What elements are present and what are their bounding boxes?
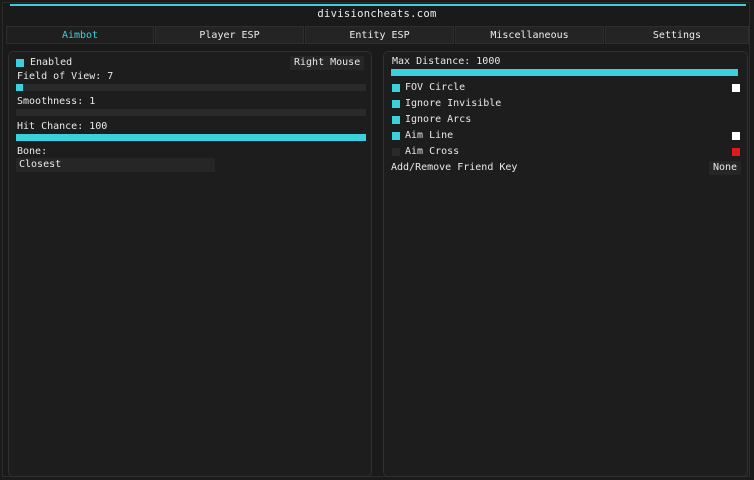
ignore-arcs-checkbox[interactable] bbox=[392, 116, 400, 124]
fov-slider-fill bbox=[16, 84, 23, 91]
ignore-arcs-label: Ignore Arcs bbox=[405, 114, 472, 125]
tab-settings[interactable]: Settings bbox=[605, 26, 749, 44]
enabled-label: Enabled bbox=[30, 57, 73, 68]
aimbot-left-panel: Enabled Right Mouse Field of View: 7 Smo… bbox=[8, 51, 372, 477]
hit-chance-label: Hit Chance: 100 bbox=[17, 121, 108, 132]
max-distance-label: Max Distance: 1000 bbox=[392, 56, 501, 67]
friend-key-label: Add/Remove Friend Key bbox=[391, 162, 518, 173]
fov-circle-label: FOV Circle bbox=[405, 82, 466, 93]
aimbot-right-panel: Max Distance: 1000 FOV Circle Ignore Inv… bbox=[383, 51, 748, 477]
cheat-menu-window: divisioncheats.com Aimbot Player ESP Ent… bbox=[2, 2, 750, 477]
aim-cross-color-swatch[interactable] bbox=[732, 148, 740, 156]
fov-label: Field of View: 7 bbox=[17, 71, 114, 82]
friend-key-button[interactable]: None bbox=[709, 161, 742, 175]
title-accent-line bbox=[10, 4, 746, 6]
aim-line-checkbox[interactable] bbox=[392, 132, 400, 140]
aim-cross-label: Aim Cross bbox=[405, 146, 460, 157]
hit-chance-slider-fill bbox=[16, 134, 366, 141]
tab-miscellaneous[interactable]: Miscellaneous bbox=[455, 26, 604, 44]
bone-select[interactable]: Closest bbox=[16, 158, 215, 172]
fov-circle-color-swatch[interactable] bbox=[732, 84, 740, 92]
aim-key-button[interactable]: Right Mouse bbox=[290, 56, 365, 70]
tab-aimbot[interactable]: Aimbot bbox=[6, 26, 154, 44]
tab-player-esp[interactable]: Player ESP bbox=[155, 26, 304, 44]
max-distance-slider[interactable] bbox=[391, 69, 738, 76]
smoothness-label: Smoothness: 1 bbox=[17, 96, 96, 107]
max-distance-slider-fill bbox=[391, 69, 738, 76]
tab-bar: Aimbot Player ESP Entity ESP Miscellaneo… bbox=[6, 26, 749, 45]
enabled-checkbox[interactable] bbox=[16, 59, 24, 67]
fov-circle-checkbox[interactable] bbox=[392, 84, 400, 92]
fov-slider[interactable] bbox=[16, 84, 366, 91]
hit-chance-slider[interactable] bbox=[16, 134, 366, 141]
smoothness-slider[interactable] bbox=[16, 109, 366, 116]
aim-line-label: Aim Line bbox=[405, 130, 454, 141]
ignore-invisible-label: Ignore Invisible bbox=[405, 98, 502, 109]
tab-entity-esp[interactable]: Entity ESP bbox=[305, 26, 454, 44]
aim-line-color-swatch[interactable] bbox=[732, 132, 740, 140]
window-title: divisioncheats.com bbox=[317, 8, 437, 20]
bone-label: Bone: bbox=[17, 146, 48, 157]
ignore-invisible-checkbox[interactable] bbox=[392, 100, 400, 108]
aim-cross-checkbox[interactable] bbox=[392, 148, 400, 156]
